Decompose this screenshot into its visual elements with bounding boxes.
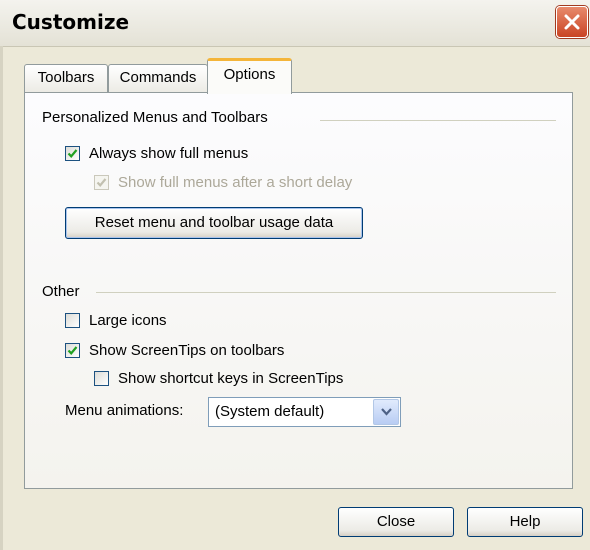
- tab-commands[interactable]: Commands: [108, 64, 208, 92]
- tab-toolbars[interactable]: Toolbars: [24, 64, 108, 92]
- always-show-full-menus-label[interactable]: Always show full menus: [89, 145, 248, 162]
- menu-animations-label: Menu animations:: [65, 402, 184, 419]
- checkmark-icon: [96, 178, 107, 187]
- show-after-delay-checkbox: [94, 175, 109, 190]
- menu-animations-select[interactable]: (System default): [208, 397, 401, 427]
- checkmark-icon: [67, 149, 78, 158]
- show-shortcut-keys-checkbox[interactable]: [94, 371, 109, 386]
- group-divider: [320, 120, 556, 121]
- close-x-icon: [564, 14, 580, 30]
- menu-animations-value: (System default): [215, 403, 325, 420]
- always-show-full-menus-checkbox[interactable]: [65, 146, 80, 161]
- dropdown-button[interactable]: [373, 399, 399, 425]
- reset-usage-data-button[interactable]: Reset menu and toolbar usage data: [65, 207, 363, 239]
- show-screentips-label[interactable]: Show ScreenTips on toolbars: [89, 342, 284, 359]
- chevron-down-icon: [381, 408, 392, 416]
- tab-options[interactable]: Options: [207, 58, 292, 94]
- help-button[interactable]: Help: [467, 507, 583, 537]
- window-title: Customize: [12, 10, 130, 34]
- personalized-heading: Personalized Menus and Toolbars: [42, 109, 268, 126]
- close-window-button[interactable]: [556, 6, 588, 38]
- show-shortcut-keys-label[interactable]: Show shortcut keys in ScreenTips: [118, 370, 343, 387]
- other-heading: Other: [42, 283, 80, 300]
- large-icons-checkbox[interactable]: [65, 313, 80, 328]
- close-button[interactable]: Close: [338, 507, 454, 537]
- show-screentips-checkbox[interactable]: [65, 343, 80, 358]
- group-divider: [96, 292, 556, 293]
- checkmark-icon: [67, 346, 78, 355]
- title-bar: Customize: [0, 0, 590, 47]
- show-after-delay-label: Show full menus after a short delay: [118, 174, 353, 191]
- large-icons-label[interactable]: Large icons: [89, 312, 167, 329]
- window-border: [0, 46, 3, 550]
